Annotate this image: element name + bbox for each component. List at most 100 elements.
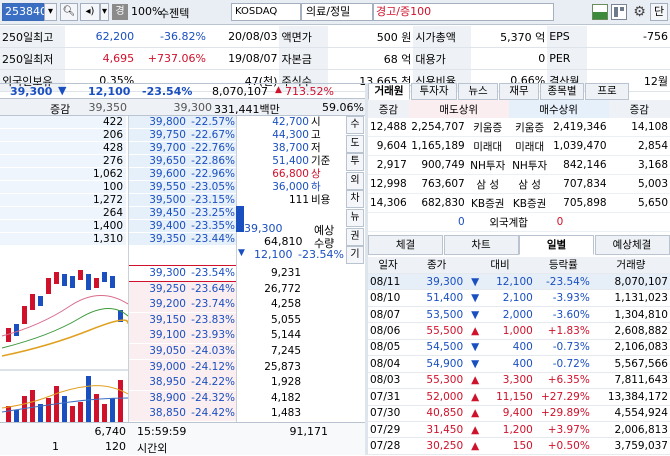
bid-price[interactable]: 39,300: [129, 267, 186, 279]
bid-price[interactable]: 39,150: [129, 314, 186, 326]
ask-price[interactable]: 39,700: [129, 142, 186, 154]
broker-tab[interactable]: 재무: [499, 83, 539, 100]
summary-label: 고: [311, 129, 321, 141]
daily-row[interactable]: 08/04 54,900 ▼ 400 -0.72% 5,567,566: [368, 355, 670, 373]
broker-row[interactable]: 9,604 1,165,189 미래대 미래대 1,039,470 2,854: [368, 136, 670, 157]
ask-price[interactable]: 39,350: [129, 233, 186, 245]
daily-row[interactable]: 08/10 51,400 ▼ 2,100 -3.93% 1,131,023: [368, 289, 670, 307]
vertical-tab[interactable]: 차: [346, 190, 364, 209]
ask-price[interactable]: 39,450: [129, 207, 186, 219]
ask-qty[interactable]: 428: [0, 142, 126, 155]
bid-qty[interactable]: 26,772: [237, 283, 301, 295]
bid-qty[interactable]: 9,231: [237, 267, 301, 279]
vertical-tab[interactable]: 도: [346, 134, 364, 153]
ask-qty[interactable]: 1,062: [0, 168, 126, 181]
buy-broker: 삼 성: [508, 174, 551, 195]
ask-qty[interactable]: 1,400: [0, 220, 126, 233]
bid-price[interactable]: 39,100: [129, 329, 186, 341]
ask-qty[interactable]: 206: [0, 129, 126, 142]
change-label: 증감: [50, 103, 71, 116]
broker-tab[interactable]: 투자자: [411, 83, 457, 100]
bid-qty[interactable]: 1,928: [237, 376, 301, 388]
bid-price[interactable]: 39,200: [129, 298, 186, 310]
trade-tab[interactable]: 일별: [519, 235, 594, 255]
bid-qty[interactable]: 5,055: [237, 314, 301, 326]
broker-tab[interactable]: 뉴스: [458, 83, 498, 100]
daily-row[interactable]: 07/30 40,850 ▲ 9,400 +29.89% 4,554,924: [368, 405, 670, 422]
trade-tab[interactable]: 예상체결: [594, 235, 670, 255]
window-icon[interactable]: [611, 4, 627, 20]
speaker-icon[interactable]: ◂): [80, 3, 100, 21]
daily-row[interactable]: 08/07 53,500 ▼ 2,000 -3.60% 1,304,810: [368, 306, 670, 324]
daily-row[interactable]: 08/05 54,500 ▼ 400 -0.73% 2,106,083: [368, 339, 670, 357]
ask-price[interactable]: 39,650: [129, 155, 186, 167]
daily-change-value: 1,000: [502, 324, 533, 337]
bid-price[interactable]: 38,950: [129, 376, 186, 388]
broker-row[interactable]: 12,998 763,607 삼 성삼 성 707,834 5,003: [368, 174, 670, 195]
bid-price[interactable]: 38,850: [129, 407, 186, 419]
layout-icon[interactable]: [592, 4, 608, 20]
bid-price[interactable]: 39,000: [129, 361, 186, 373]
broker-tab[interactable]: 프로: [585, 83, 629, 100]
single-button[interactable]: 단: [650, 3, 668, 21]
ask-qty[interactable]: 1,272: [0, 194, 126, 207]
bid-qty[interactable]: 5,144: [237, 329, 301, 341]
gear-icon[interactable]: ⚙: [631, 3, 648, 21]
bid-qty[interactable]: 4,258: [237, 298, 301, 310]
trade-tab[interactable]: 차트: [443, 235, 519, 255]
ask-qty[interactable]: 264: [0, 207, 126, 220]
ask-price[interactable]: 39,750: [129, 129, 186, 141]
ask-qty[interactable]: 422: [0, 116, 126, 129]
daily-rate: +29.89%: [534, 405, 592, 422]
broker-row[interactable]: 14,306 682,830 KB증권 KB증권 705,898 5,650: [368, 193, 670, 214]
vertical-tab[interactable]: 수: [346, 116, 364, 134]
ask-rate: -22.86%: [191, 155, 235, 167]
bid-price[interactable]: 39,250: [129, 283, 186, 295]
daily-row[interactable]: 07/28 30,250 ▲ 150 +0.50% 3,759,037: [368, 437, 670, 455]
broker-row[interactable]: 12,488 2,254,707 키움증 키움증 2,419,346 14,108: [368, 118, 670, 138]
broker-tab[interactable]: 종목별: [540, 83, 584, 100]
vertical-tab[interactable]: 투: [346, 153, 364, 172]
vertical-tab[interactable]: 기: [346, 246, 364, 265]
daily-rate: -3.93%: [534, 289, 592, 307]
bid-qty[interactable]: 7,245: [237, 345, 301, 357]
daily-close: 54,900: [408, 355, 466, 373]
vertical-tab[interactable]: 권: [346, 227, 364, 246]
broker-tab[interactable]: 거래원: [368, 83, 410, 100]
bid-qty[interactable]: 1,483: [237, 407, 301, 419]
bid-qty[interactable]: 25,873: [237, 361, 301, 373]
daily-row[interactable]: 08/03 55,300 ▲ 3,300 +6.35% 7,811,643: [368, 372, 670, 390]
ask-qty[interactable]: 276: [0, 155, 126, 168]
ask-qty[interactable]: 100: [0, 181, 126, 194]
bid-price[interactable]: 39,050: [129, 345, 186, 357]
ask-price[interactable]: 39,400: [129, 220, 186, 232]
broker-head-buy: 매수상위: [508, 100, 609, 118]
summary-label: 비용: [311, 194, 331, 206]
broker-row[interactable]: 2,917 900,749 NH투자 NH투자 842,146 3,168: [368, 155, 670, 176]
bid-qty[interactable]: 4,182: [237, 392, 301, 404]
daily-row[interactable]: 08/06 55,500 ▲ 1,000 +1.83% 2,608,882: [368, 322, 670, 340]
summary-value: 44,300: [272, 129, 309, 141]
buy-volume: 842,146: [550, 155, 609, 176]
ask-price[interactable]: 39,600: [129, 168, 186, 180]
daily-close: 30,250: [408, 437, 466, 455]
ask-price[interactable]: 39,550: [129, 181, 186, 193]
search-icon[interactable]: 🔍︎: [60, 3, 78, 21]
buy-change: 5,003: [608, 174, 670, 195]
vertical-tab[interactable]: 뉴: [346, 209, 364, 227]
code-dropdown-icon[interactable]: ▾: [44, 3, 57, 21]
volume-bar: [14, 410, 19, 422]
trade-tab[interactable]: 체결: [368, 235, 443, 255]
ask-price[interactable]: 39,500: [129, 194, 186, 206]
daily-row[interactable]: 07/31 52,000 ▲ 11,150 +27.29% 13,384,172: [368, 388, 670, 406]
speaker-dropdown-icon[interactable]: ▾: [100, 3, 109, 21]
bid-price[interactable]: 38,900: [129, 392, 186, 404]
stock-code-input[interactable]: 253840: [2, 3, 47, 21]
buy-broker: KB증권: [508, 193, 551, 214]
daily-row[interactable]: 08/11 39,300 ▼ 12,100 -23.54% 8,070,107: [368, 273, 670, 291]
ask-qty[interactable]: 1,310: [0, 233, 126, 246]
ask-price[interactable]: 39,800: [129, 116, 186, 128]
volume-bar: [6, 406, 11, 422]
vertical-tab[interactable]: 외: [346, 171, 364, 190]
daily-row[interactable]: 07/29 31,450 ▲ 1,200 +3.97% 2,006,813: [368, 421, 670, 439]
